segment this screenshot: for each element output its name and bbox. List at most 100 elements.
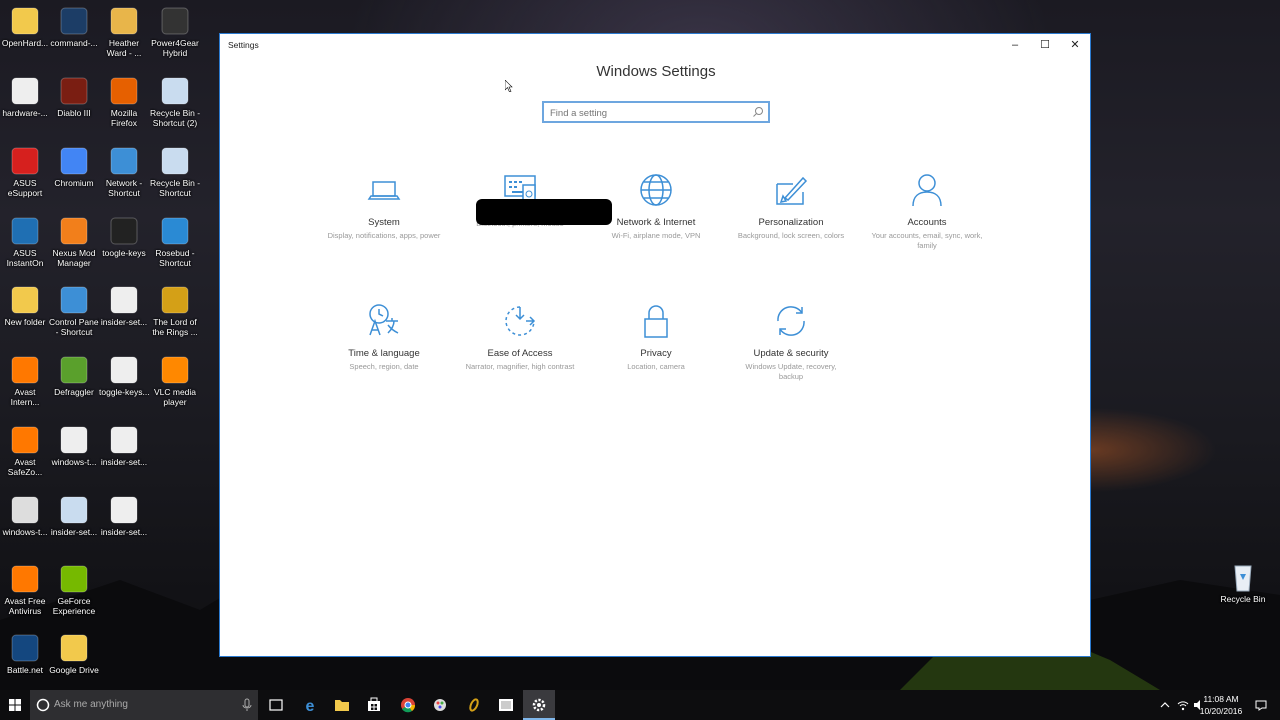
taskbar: Ask me anything e 11:08 AM 10/20/2016 (0, 690, 1280, 720)
tile-accounts[interactable]: Accounts Your accounts, email, sync, wor… (862, 172, 992, 251)
photos-icon (499, 699, 513, 711)
desktop-icon[interactable]: GeForce Experience (49, 564, 99, 616)
desktop-icon[interactable]: ASUS eSupport (0, 146, 50, 198)
app-icon (58, 425, 90, 455)
search-box[interactable] (542, 101, 770, 123)
desktop-icon[interactable]: Defraggler (49, 355, 99, 397)
desktop-icon[interactable]: OpenHard... (0, 6, 50, 48)
taskbar-app-5[interactable] (424, 690, 456, 720)
desktop-icon[interactable]: Mozilla Firefox (99, 76, 149, 128)
desktop-icon[interactable]: insider-set... (49, 495, 99, 537)
app-icon (9, 6, 41, 36)
desktop-icon-label-line2: Shortcut (159, 188, 191, 198)
app-icon (9, 495, 41, 525)
tile-update-security[interactable]: Update & security Windows Update, recove… (726, 303, 856, 382)
desktop-icon[interactable]: VLC media player (150, 355, 200, 407)
desktop-icon[interactable]: Battle.net (0, 633, 50, 675)
tile-description: Windows Update, recovery, backup (745, 362, 837, 381)
desktop-icon[interactable]: Recycle Bin - Shortcut (2) (150, 76, 200, 128)
desktop-icon[interactable]: windows-t... (49, 425, 99, 467)
desktop-icon-label: Defraggler (54, 387, 94, 397)
chevron-up-icon[interactable] (1158, 698, 1172, 712)
gear-icon (532, 698, 546, 712)
tile-label: Update & security (753, 348, 829, 359)
desktop-icon[interactable]: toogle-keys (99, 216, 149, 258)
minimize-button[interactable]: – (1000, 34, 1030, 56)
desktop-icon[interactable]: hardware-... (0, 76, 50, 118)
desktop-icon-label: Avast Free (4, 596, 46, 606)
app-icon (159, 216, 191, 246)
app-icon (108, 216, 140, 246)
desktop-icon-label: hardware-... (2, 108, 48, 118)
desktop-icon[interactable]: Nexus Mod Manager (49, 216, 99, 268)
search-input[interactable] (544, 104, 744, 123)
app-icon (108, 146, 140, 176)
desktop-icon-label: Avast (14, 387, 36, 397)
desktop-icon-label: New folder (4, 317, 46, 327)
desktop-icon-label: Nexus Mod (52, 248, 96, 258)
taskbar-app-6[interactable] (458, 690, 490, 720)
svg-text:e: e (306, 698, 315, 715)
title-bar[interactable]: Settings – ☐ ✕ (220, 34, 1090, 56)
tile-label: Ease of Access (487, 348, 553, 359)
person-icon (912, 174, 942, 207)
desktop-icon-label: Network - (105, 178, 143, 188)
desktop-icon[interactable]: The Lord of the Rings ... (150, 285, 200, 337)
desktop-icon-label-line2: Antivirus (8, 606, 42, 616)
desktop-icon[interactable]: Google Drive (49, 633, 99, 675)
desktop-icon[interactable]: insider-set... (99, 425, 149, 467)
desktop-icon-recycle-bin[interactable]: Recycle Bin (1218, 562, 1268, 604)
sync-arrows-icon (777, 306, 805, 336)
tile-description: Wi-Fi, airplane mode, VPN (611, 231, 701, 240)
desktop-icon[interactable]: Avast Intern... (0, 355, 50, 407)
action-center-icon[interactable] (1254, 698, 1268, 712)
desktop-icon[interactable]: insider-set... (99, 285, 149, 327)
desktop-icon[interactable]: New folder (0, 285, 50, 327)
tile-time-language[interactable]: Time & language Speech, region, date (319, 303, 449, 372)
desktop-icon[interactable]: windows-t... (0, 495, 50, 537)
desktop-icon[interactable]: command-... (49, 6, 99, 48)
tile-system[interactable]: System Display, notifications, apps, pow… (319, 172, 449, 241)
tile-personalization[interactable]: Personalization Background, lock screen,… (726, 172, 856, 241)
app-icon (159, 76, 191, 106)
desktop-icon-label: command-... (50, 38, 98, 48)
laptop-icon (367, 181, 401, 200)
desktop-icon[interactable]: Heather Ward - ... (99, 6, 149, 58)
taskbar-app-7[interactable] (490, 690, 522, 720)
taskbar-edge[interactable]: e (294, 690, 326, 720)
tile-label: System (368, 217, 400, 228)
taskbar-store[interactable] (358, 690, 390, 720)
desktop-icon[interactable]: Avast Free Antivirus (0, 564, 50, 616)
taskbar-settings[interactable] (523, 690, 555, 720)
desktop-icon[interactable]: insider-set... (99, 495, 149, 537)
app-icon (9, 216, 41, 246)
taskbar-file-explorer[interactable] (326, 690, 358, 720)
desktop-icon[interactable]: Network - Shortcut (99, 146, 149, 198)
desktop-icon[interactable]: ASUS InstantOn (0, 216, 50, 268)
desktop-icon[interactable]: toggle-keys... (99, 355, 149, 397)
clock[interactable]: 11:08 AM 10/20/2016 (1198, 693, 1244, 717)
close-button[interactable]: ✕ (1060, 34, 1090, 56)
time-language-icon (369, 304, 399, 336)
desktop-icon[interactable]: Chromium (49, 146, 99, 188)
desktop-icon-label: Recycle Bin - (150, 108, 200, 118)
network-icon[interactable] (1176, 698, 1190, 712)
tile-privacy[interactable]: Privacy Location, camera (591, 303, 721, 372)
store-bag-icon (368, 697, 380, 711)
desktop-icon[interactable]: Control Panel - Shortcut (49, 285, 99, 337)
app-icon (58, 146, 90, 176)
start-button[interactable] (0, 690, 30, 720)
desktop-icon[interactable]: Rosebud - Shortcut (150, 216, 200, 268)
desktop-icon[interactable]: Avast SafeZo... (0, 425, 50, 477)
cortana-search-box[interactable]: Ask me anything (30, 690, 258, 720)
desktop-icon[interactable]: Power4Gear Hybrid (150, 6, 200, 58)
microphone-icon[interactable] (242, 698, 252, 712)
maximize-button[interactable]: ☐ (1030, 34, 1060, 56)
app-icon (159, 6, 191, 36)
desktop-icon[interactable]: Recycle Bin - Shortcut (150, 146, 200, 198)
tile-ease-of-access[interactable]: Ease of Access Narrator, magnifier, high… (455, 303, 585, 372)
task-view-button[interactable] (260, 690, 292, 720)
taskbar-chrome[interactable] (392, 690, 424, 720)
desktop-icon[interactable]: Diablo III (49, 76, 99, 118)
desktop-icon-label: Rosebud - (155, 248, 195, 258)
